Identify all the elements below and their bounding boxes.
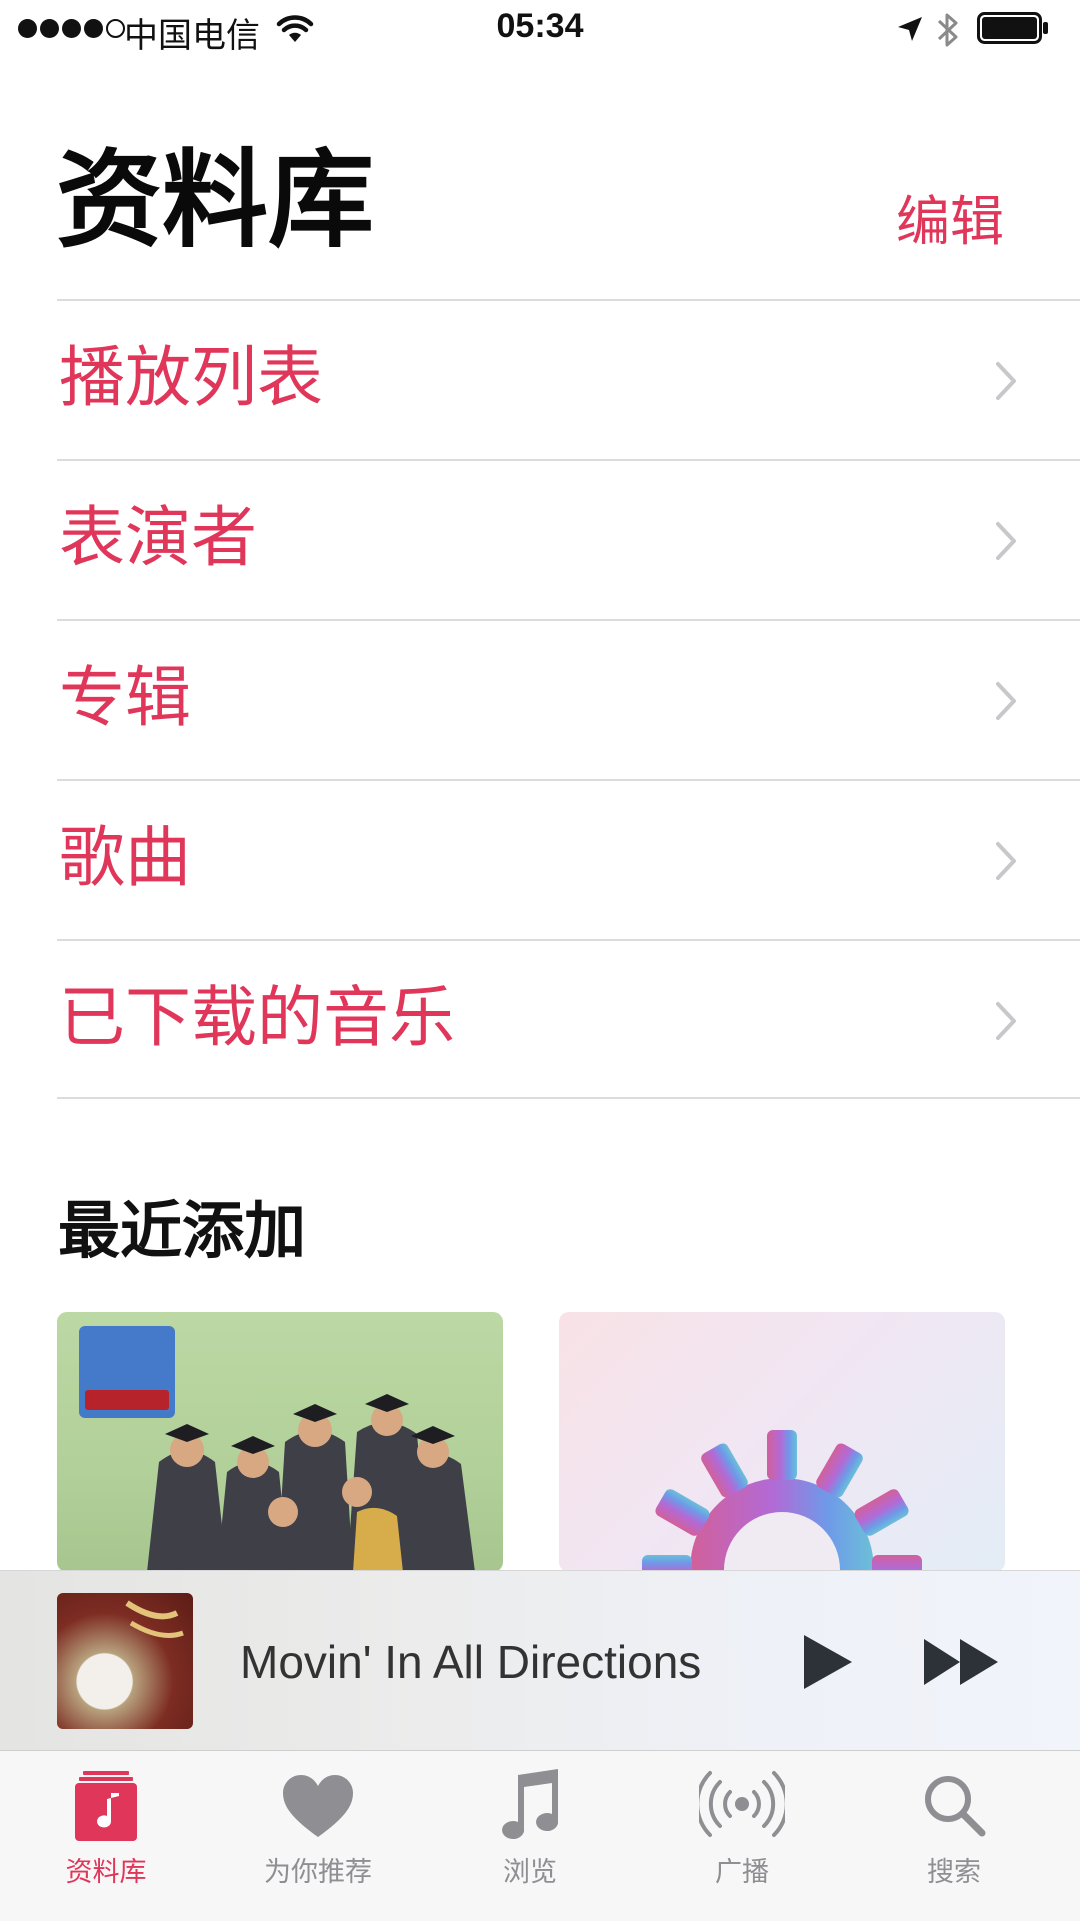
now-playing-title: Movin' In All Directions <box>240 1636 702 1688</box>
location-arrow-icon <box>898 17 922 41</box>
gear-icon <box>642 1430 922 1572</box>
edit-button[interactable]: 编辑 <box>896 195 1004 249</box>
tab-radio[interactable]: 广播 <box>636 1751 848 1921</box>
album-cover-image <box>79 1326 475 1572</box>
chevron-right-icon <box>996 362 1016 400</box>
album-artwork[interactable] <box>57 1312 503 1572</box>
tab-for-you[interactable]: 为你推荐 <box>212 1751 424 1921</box>
tab-label: 搜索 <box>927 1857 981 1888</box>
fast-forward-icon[interactable] <box>922 1637 1000 1687</box>
library-item-downloaded[interactable]: 已下载的音乐 <box>57 939 1080 1099</box>
library-item-songs[interactable]: 歌曲 <box>57 779 1080 939</box>
tab-label: 广播 <box>715 1857 769 1888</box>
library-item-label: 已下载的音乐 <box>59 979 455 1056</box>
album-artwork[interactable] <box>559 1312 1005 1572</box>
mini-player[interactable]: Movin' In All Directions <box>0 1570 1080 1751</box>
library-item-playlists[interactable]: 播放列表 <box>57 299 1080 459</box>
tab-library[interactable]: 资料库 <box>0 1751 212 1921</box>
library-item-label: 播放列表 <box>59 339 323 416</box>
status-bar: 中国电信 05:34 <box>0 0 1080 60</box>
now-playing-artwork <box>57 1593 193 1729</box>
chevron-right-icon <box>996 1002 1016 1040</box>
library-item-label: 歌曲 <box>59 819 191 896</box>
tab-browse[interactable]: 浏览 <box>424 1751 636 1921</box>
heart-icon <box>283 1775 353 1837</box>
library-item-artists[interactable]: 表演者 <box>57 459 1080 619</box>
library-item-albums[interactable]: 专辑 <box>57 619 1080 779</box>
tab-label: 资料库 <box>65 1857 147 1888</box>
library-item-label: 专辑 <box>59 659 191 736</box>
chevron-right-icon <box>996 682 1016 720</box>
library-icon <box>75 1771 137 1841</box>
tab-label: 为你推荐 <box>264 1857 372 1888</box>
tab-bar: 资料库 为你推荐 浏览 广播 搜索 <box>0 1750 1080 1921</box>
radio-icon <box>695 1771 789 1837</box>
battery-icon <box>977 12 1048 44</box>
chevron-right-icon <box>996 842 1016 880</box>
recently-added-title: 最近添加 <box>58 1194 307 1267</box>
music-note-icon <box>502 1769 559 1840</box>
page-title: 资料库 <box>56 139 374 262</box>
play-icon[interactable] <box>800 1632 856 1692</box>
tab-search[interactable]: 搜索 <box>848 1751 1060 1921</box>
library-item-label: 表演者 <box>59 499 257 576</box>
chevron-right-icon <box>996 522 1016 560</box>
bluetooth-icon <box>937 13 958 47</box>
tab-label: 浏览 <box>503 1857 557 1888</box>
library-list: 播放列表 表演者 专辑 歌曲 已下载的音乐 <box>57 299 1080 1099</box>
search-icon <box>925 1776 986 1837</box>
